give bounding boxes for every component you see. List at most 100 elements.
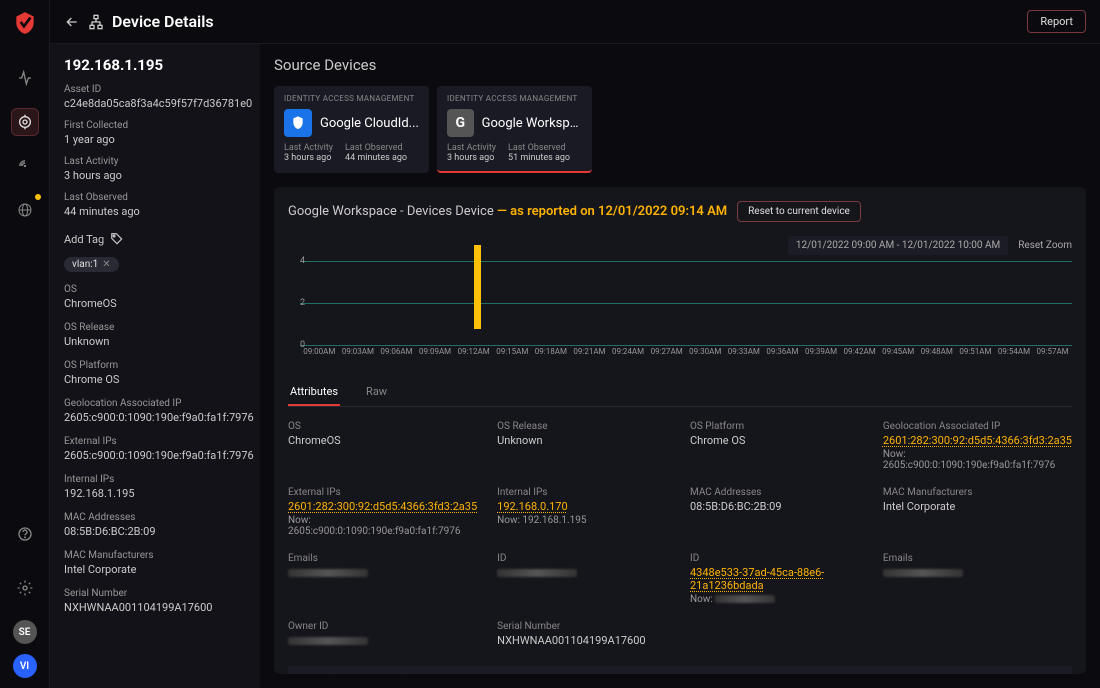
report-button[interactable]: Report [1027,10,1086,33]
x-tick: 09:06AM [377,347,416,361]
x-tick: 09:21AM [570,347,609,361]
tag-pill[interactable]: vlan:1✕ [64,257,119,272]
tag-remove-icon[interactable]: ✕ [102,259,110,270]
attribute-value: 2601:282:300:92:d5d5:4366:3fd3:2a35 [288,500,477,513]
attribute-cell: Owner ID [288,621,477,648]
attribute-cell: Serial NumberNXHWNAA001104199A17600 [497,621,670,648]
meta-value: 44 minutes ago [64,205,246,218]
source-name: Google CloudId... [320,116,419,131]
device-summary-panel: 192.168.1.195 Asset IDc24e8da05ca8f3a4c5… [50,44,260,688]
attribute-cell: ID [497,553,670,605]
attr-label: OS Release [64,322,246,333]
tab-attributes[interactable]: Attributes [288,379,340,406]
attribute-label: MAC Addresses [690,487,863,498]
source-icon: G [447,109,474,137]
meta-label: First Collected [64,120,246,131]
attr-value: Chrome OS [64,373,246,386]
help-icon[interactable] [11,520,39,548]
attribute-label: Serial Number [497,621,670,632]
attr-label: Geolocation Associated IP [64,398,246,409]
attr-value: Intel Corporate [64,563,246,576]
attribute-cell: OSChromeOS [288,421,477,471]
attr-value: 08:5B:D6:BC:2B:09 [64,525,246,538]
user-avatar-se[interactable]: SE [13,620,37,644]
redacted-value [883,569,963,577]
meta-label: Asset ID [64,84,246,95]
x-tick: 09:12AM [454,347,493,361]
attribute-label: External IPs [288,487,477,498]
nav-activity-icon[interactable] [11,64,39,92]
attribute-label: Emails [883,553,1072,564]
x-tick: 09:48AM [918,347,957,361]
table-header[interactable]: Source [443,666,505,674]
attribute-label: OS Release [497,421,670,432]
x-tick: 09:42AM [840,347,879,361]
x-tick: 09:39AM [802,347,841,361]
attribute-cell: Emails [883,553,1072,605]
attribute-cell: MAC Addresses08:5B:D6:BC:2B:09 [690,487,863,537]
user-avatar-vi[interactable]: VI [13,654,37,678]
source-card[interactable]: IDENTITY ACCESS MANAGEMENT Google CloudI… [274,86,429,173]
chart-bar[interactable] [474,245,481,329]
attr-value: Unknown [64,335,246,348]
attr-label: MAC Addresses [64,512,246,523]
attribute-value: Chrome OS [690,434,863,447]
table-header[interactable]: Observed [505,666,593,674]
table-header[interactable]: Attribute [749,666,820,674]
x-tick: 09:09AM [416,347,455,361]
attribute-cell: MAC Manufacturers Intel Corporate [883,487,1072,537]
attribute-now: Now: [690,594,863,605]
attribute-label: MAC Manufacturers [883,487,1072,498]
nav-globe-icon[interactable] [11,196,39,224]
meta-label: Last Observed [64,192,246,203]
attribute-value: 2601:282:300:92:d5d5:4366:3fd3:2a35 [883,434,1072,447]
attribute-label: Internal IPs [497,487,670,498]
events-chart[interactable]: 02409:00AM09:03AM09:06AM09:09AM09:12AM09… [288,261,1072,361]
meta-label: Last Activity [64,156,246,167]
attr-value: 2605:c900:0:1090:190e:f9a0:fa1f:7976 [64,449,246,462]
source-category: IDENTITY ACCESS MANAGEMENT [284,94,419,103]
attr-label: Internal IPs [64,474,246,485]
x-tick: 09:27AM [647,347,686,361]
nav-devices-icon[interactable] [11,108,39,136]
back-icon[interactable] [64,14,80,30]
source-card[interactable]: IDENTITY ACCESS MANAGEMENT GGoogle Works… [437,86,592,173]
page-title: Device Details [112,12,214,31]
attribute-value: Intel Corporate [883,500,1072,513]
reset-device-button[interactable]: Reset to current device [737,201,861,222]
nav-radar-icon[interactable] [11,152,39,180]
settings-icon[interactable] [11,574,39,602]
meta-value: 3 hours ago [64,169,246,182]
tree-icon [88,14,104,30]
events-table: Device (at time of event)SourceObservedC… [288,666,1072,674]
attribute-label: Owner ID [288,621,477,632]
x-tick: 09:54AM [995,347,1034,361]
tab-raw[interactable]: Raw [364,379,389,406]
attr-value: ChromeOS [64,297,246,310]
table-header[interactable]: Device (at time of event) [288,666,443,674]
attribute-cell: Geolocation Associated IP2601:282:300:92… [883,421,1072,471]
table-header[interactable]: Change type [593,666,749,674]
attr-value: 2605:c900:0:1090:190e:f9a0:fa1f:7976 [64,411,246,424]
attribute-cell: OS ReleaseUnknown [497,421,670,471]
x-tick: 09:18AM [532,347,571,361]
reset-zoom-button[interactable]: Reset Zoom [1018,240,1072,251]
app-logo [12,10,38,36]
page-header: Device Details Report [50,0,1100,44]
add-tag-button[interactable]: Add Tag [64,232,246,246]
attr-value: NXHWNAA001104199A17600 [64,601,246,614]
x-tick: 09:36AM [763,347,802,361]
attribute-label: ID [690,553,863,564]
x-tick: 09:33AM [725,347,764,361]
source-devices-title: Source Devices [274,44,1086,86]
nav-rail: SE VI [0,0,50,688]
redacted-value [288,637,368,645]
x-tick: 09:51AM [956,347,995,361]
attr-label: MAC Manufacturers [64,550,246,561]
attribute-cell: ID4348e533-37ad-45ca-88e6-21a1236bdadaNo… [690,553,863,605]
attribute-value: ChromeOS [288,434,477,447]
table-header[interactable]: Value [820,666,1072,674]
attribute-label: Emails [288,553,477,564]
x-tick: 09:24AM [609,347,648,361]
attr-label: External IPs [64,436,246,447]
